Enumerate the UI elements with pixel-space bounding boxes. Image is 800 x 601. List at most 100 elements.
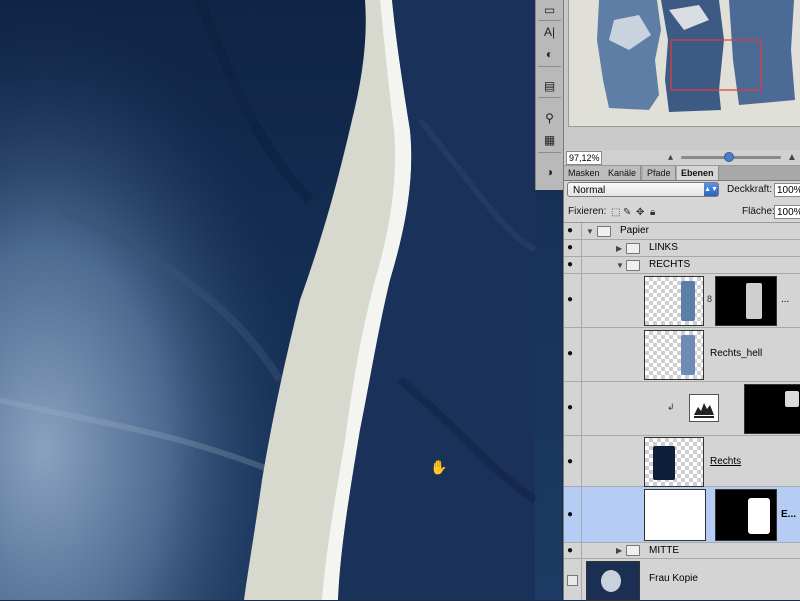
layer-name: Rechts bbox=[710, 456, 742, 467]
link-chain-icon[interactable]: 8 bbox=[707, 294, 712, 304]
layer-group-rechts[interactable]: ● ▼ RECHTS bbox=[564, 257, 800, 274]
layer-group-mitte[interactable]: ● ▶ MITTE bbox=[564, 543, 800, 559]
eye-icon[interactable]: ● bbox=[567, 348, 573, 359]
layer-thumbnail[interactable] bbox=[644, 276, 704, 326]
layer-group-links[interactable]: ● ▶ LINKS bbox=[564, 240, 800, 257]
layer-name: MITTE bbox=[649, 545, 679, 556]
layer-thumbnail[interactable] bbox=[586, 561, 640, 601]
disclosure-closed-icon[interactable]: ▶ bbox=[616, 546, 622, 555]
layers-list: ● ▼ Papier ● ▶ LINKS ● ▼ RECHTS ● 8 ... … bbox=[564, 223, 800, 601]
zoom-out-icon[interactable]: ▴ bbox=[668, 152, 673, 163]
tab-ebenen[interactable]: Ebenen bbox=[677, 166, 719, 180]
blend-mode-value: Normal bbox=[573, 185, 606, 196]
layer-name: E... bbox=[781, 509, 797, 520]
layer-mask-thumbnail[interactable] bbox=[744, 384, 800, 434]
layer-name: ... bbox=[781, 294, 790, 305]
layer-group-papier[interactable]: ● ▼ Papier bbox=[564, 223, 800, 240]
layer-name: Frau Kopie bbox=[649, 573, 698, 584]
navigator-zoom-bar: 97,12% ▴ ▲ bbox=[564, 150, 800, 166]
layer-frau-kopie[interactable]: Frau Kopie bbox=[564, 559, 800, 601]
layer-name: Papier bbox=[620, 225, 649, 236]
layer-name: RECHTS bbox=[649, 259, 691, 270]
visibility-column: ● bbox=[564, 487, 582, 542]
visibility-column: ● bbox=[564, 436, 582, 486]
panel-tabs: Masken Kanäle Pfade Ebenen bbox=[564, 166, 800, 181]
tab-kanaele[interactable]: Kanäle bbox=[604, 166, 642, 180]
eye-icon[interactable]: ● bbox=[567, 456, 573, 467]
tool-separator bbox=[538, 66, 561, 67]
curves-adjustment-icon[interactable] bbox=[689, 394, 719, 422]
brush-presets-icon[interactable]: ▤ bbox=[540, 76, 559, 95]
visibility-column: ● bbox=[564, 223, 582, 239]
disclosure-open-icon[interactable]: ▼ bbox=[586, 227, 594, 236]
folder-icon bbox=[626, 243, 640, 254]
tab-masken[interactable]: Masken bbox=[564, 166, 605, 180]
eye-icon[interactable]: ● bbox=[567, 545, 573, 556]
layer-selected-e[interactable]: ● E... bbox=[564, 487, 800, 543]
eye-icon[interactable]: ● bbox=[567, 225, 573, 236]
eye-icon[interactable]: ● bbox=[567, 294, 573, 305]
layer-mask-thumbnail[interactable] bbox=[715, 489, 777, 541]
fill-label: Fläche: bbox=[742, 206, 775, 217]
svg-text:✋: ✋ bbox=[430, 459, 447, 476]
layer-mask-thumbnail[interactable] bbox=[715, 276, 777, 326]
blend-mode-select[interactable]: Normal ▲▼ bbox=[567, 182, 719, 197]
lock-label: Fixieren: bbox=[568, 206, 607, 217]
layer-thumbnail[interactable] bbox=[644, 437, 704, 487]
tool-separator bbox=[538, 152, 561, 153]
tool-strip: ▭ A| ◐ ▤ ⚲ ▦ ◑ bbox=[535, 0, 564, 190]
folder-icon bbox=[626, 260, 640, 271]
lock-all-icon[interactable]: 🔒︎ bbox=[650, 207, 655, 218]
layer-name: Rechts_hell bbox=[710, 348, 763, 359]
navigator-thumbnail bbox=[597, 0, 795, 112]
layer-adjustment-curves[interactable]: ● ↲ bbox=[564, 382, 800, 436]
tool-icon-top[interactable]: ▭ bbox=[540, 0, 559, 19]
eye-icon[interactable]: ● bbox=[567, 509, 573, 520]
eye-icon[interactable]: ● bbox=[567, 402, 573, 413]
visibility-column: ● bbox=[564, 240, 582, 256]
paragraph-tool-icon[interactable]: ◐ bbox=[540, 44, 559, 63]
folder-icon bbox=[626, 545, 640, 556]
zoom-in-icon[interactable]: ▲ bbox=[787, 152, 797, 163]
lock-transparency-icon[interactable]: ⬚ bbox=[611, 207, 620, 218]
dropdown-arrow-icon[interactable]: ▲▼ bbox=[704, 183, 718, 196]
layers-panel-dock: 97,12% ▴ ▲ Masken Kanäle Pfade Ebenen No… bbox=[563, 0, 800, 601]
visibility-toggle-off[interactable] bbox=[567, 575, 578, 586]
disclosure-open-icon[interactable]: ▼ bbox=[616, 261, 624, 270]
document-canvas[interactable]: ✋ bbox=[0, 0, 562, 600]
zoom-percent-field[interactable]: 97,12% bbox=[566, 151, 602, 165]
visibility-column: ● bbox=[564, 382, 582, 435]
layer-thumbnail[interactable] bbox=[644, 489, 706, 541]
character-tool-icon[interactable]: A| bbox=[540, 22, 559, 41]
lock-position-icon[interactable]: ✥ bbox=[636, 207, 644, 218]
visibility-column bbox=[564, 559, 582, 600]
blend-row: Normal ▲▼ Deckkraft: 100% bbox=[564, 181, 800, 201]
artwork: ✋ bbox=[0, 0, 538, 600]
opacity-field[interactable]: 100% bbox=[774, 183, 800, 197]
lock-row: Fixieren: ⬚ ✎ ✥ 🔒︎ Fläche: 100% bbox=[564, 202, 800, 223]
disclosure-closed-icon[interactable]: ▶ bbox=[616, 244, 622, 253]
navigator-panel bbox=[564, 0, 800, 150]
layer-rechts-masked[interactable]: ● 8 ... bbox=[564, 274, 800, 328]
zoom-slider-handle[interactable] bbox=[724, 152, 734, 162]
clone-source-icon[interactable]: ⚲ bbox=[540, 108, 559, 127]
fill-field[interactable]: 100% bbox=[774, 205, 800, 219]
visibility-column: ● bbox=[564, 274, 582, 327]
tool-presets-icon[interactable]: ▦ bbox=[540, 130, 559, 149]
adjustments-icon[interactable]: ◑ bbox=[540, 162, 559, 181]
tool-separator bbox=[538, 97, 561, 98]
layer-rechts-hell[interactable]: ● Rechts_hell bbox=[564, 328, 800, 382]
eye-icon[interactable]: ● bbox=[567, 242, 573, 253]
layer-thumbnail[interactable] bbox=[644, 330, 704, 380]
visibility-column: ● bbox=[564, 543, 582, 558]
eye-icon[interactable]: ● bbox=[567, 259, 573, 270]
tab-pfade[interactable]: Pfade bbox=[643, 166, 676, 180]
lock-pixels-icon[interactable]: ✎ bbox=[623, 207, 631, 218]
tool-separator bbox=[538, 20, 561, 21]
navigator-preview[interactable] bbox=[568, 0, 800, 127]
folder-icon bbox=[597, 226, 611, 237]
visibility-column: ● bbox=[564, 328, 582, 381]
opacity-label: Deckkraft: bbox=[727, 184, 773, 195]
layer-rechts[interactable]: ● Rechts bbox=[564, 436, 800, 487]
clipping-arrow-icon: ↲ bbox=[667, 402, 675, 412]
